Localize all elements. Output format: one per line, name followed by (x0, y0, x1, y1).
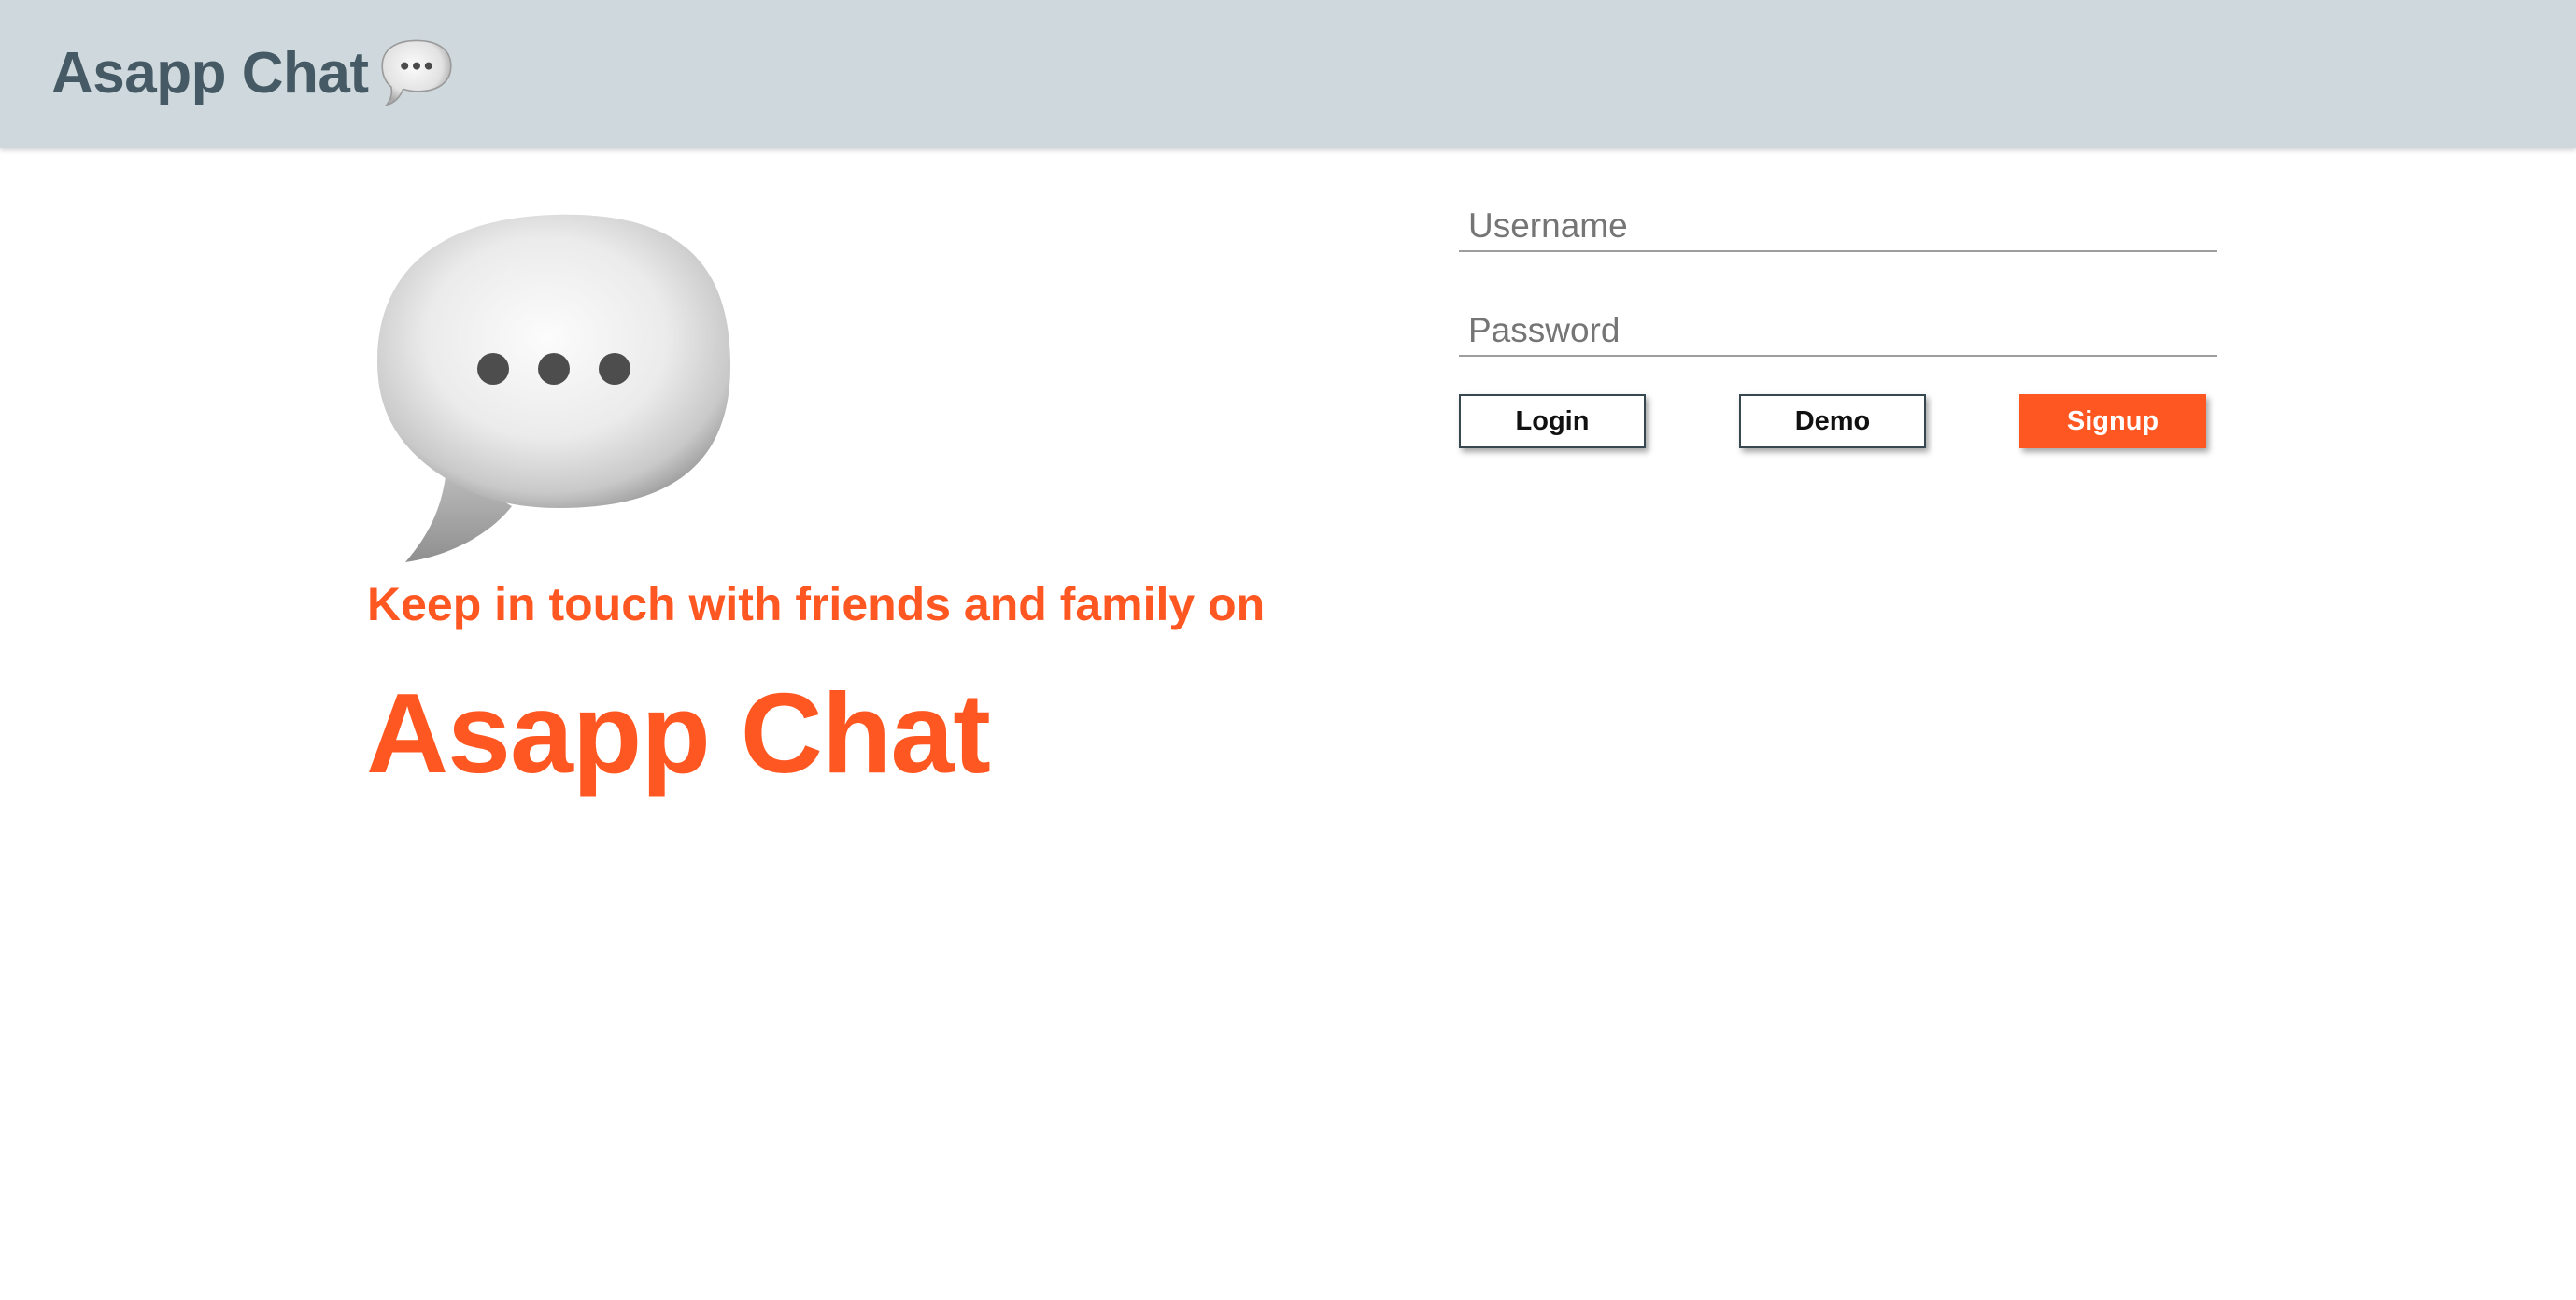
username-input[interactable] (1459, 196, 2217, 250)
form-buttons: Login Demo Signup (1459, 394, 2217, 450)
app-title: Asapp Chat (51, 41, 369, 106)
app-header: Asapp Chat (0, 0, 2576, 148)
hero-brand-title: Asapp Chat (366, 670, 991, 797)
username-field-wrapper (1459, 196, 2217, 252)
login-form: Login Demo Signup (1459, 196, 2217, 448)
password-field-wrapper (1459, 301, 2217, 357)
speech-balloon-icon (379, 35, 454, 109)
password-input[interactable] (1459, 301, 2217, 355)
signup-button[interactable]: Signup (2019, 394, 2206, 448)
demo-button[interactable]: Demo (1739, 394, 1926, 448)
speech-balloon-icon (372, 207, 745, 567)
hero-tagline: Keep in touch with friends and family on (367, 578, 1266, 630)
login-button[interactable]: Login (1459, 394, 1646, 448)
